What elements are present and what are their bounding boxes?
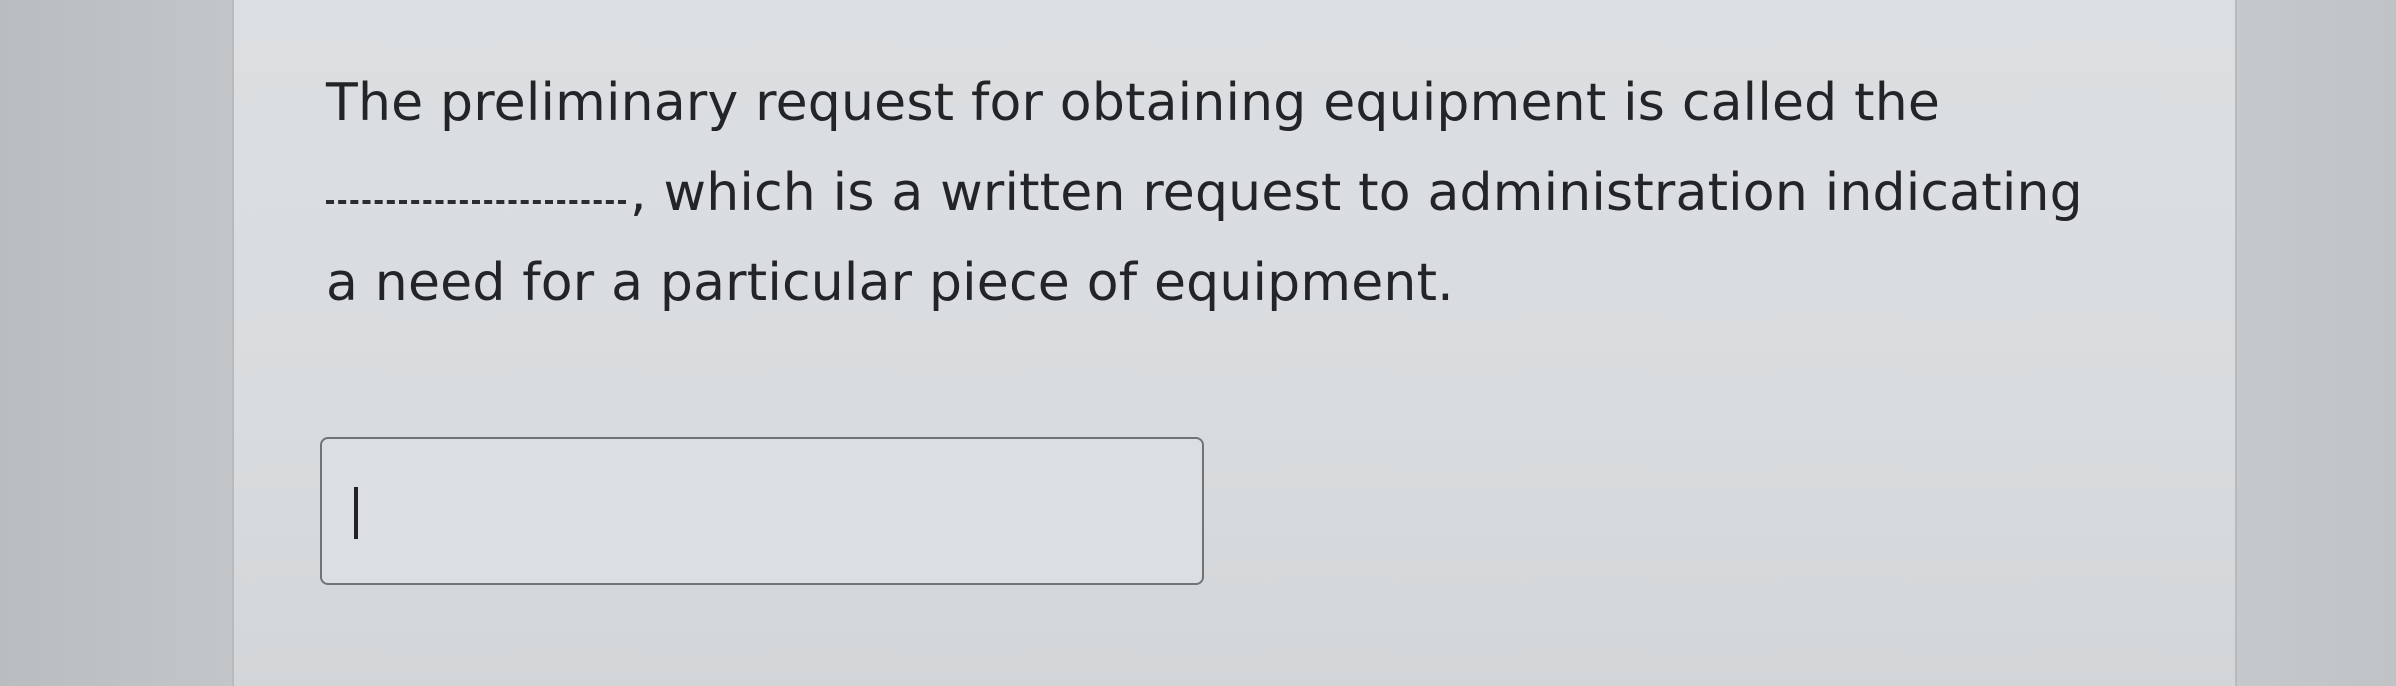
fill-in-blank: [326, 200, 626, 204]
question-panel: The preliminary request for obtaining eq…: [232, 0, 2237, 686]
question-line-2-text: , which is a written request to administ…: [630, 163, 2083, 223]
question-line-2: , which is a written request to administ…: [326, 148, 2206, 238]
screen: The preliminary request for obtaining eq…: [0, 0, 2396, 686]
question-text: The preliminary request for obtaining eq…: [326, 58, 2206, 328]
text-cursor: [354, 487, 358, 539]
answer-input[interactable]: [320, 437, 1204, 585]
question-line-3: a need for a particular piece of equipme…: [326, 253, 1454, 313]
question-line-1: The preliminary request for obtaining eq…: [326, 73, 1941, 133]
